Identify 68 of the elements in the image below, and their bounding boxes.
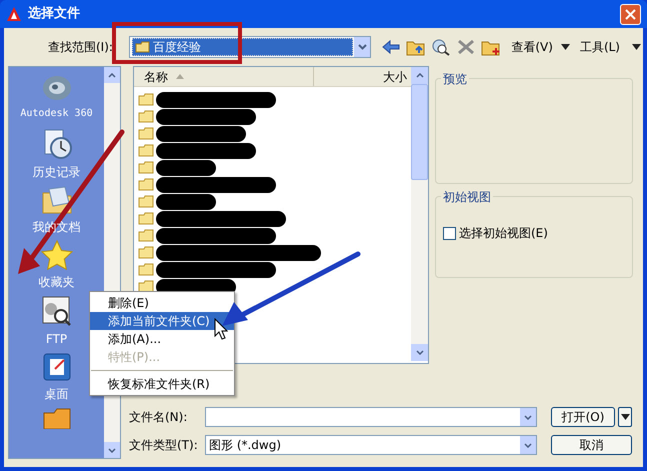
sort-up-icon — [176, 74, 184, 79]
caret-icon — [560, 44, 570, 50]
group-title: 预览 — [441, 70, 469, 88]
search-icon[interactable] — [431, 38, 452, 56]
folder-icon — [134, 41, 150, 53]
folder-icon — [138, 195, 154, 208]
group-title: 初始视图 — [441, 188, 493, 206]
place-label: 桌面 — [44, 386, 68, 403]
file-name-label: 文件名(N): — [129, 409, 188, 426]
magnifier-folder-icon — [40, 295, 72, 327]
open-options-button[interactable] — [618, 407, 632, 427]
scroll-thumb[interactable] — [411, 84, 428, 180]
mouse-pointer-icon — [214, 318, 228, 340]
folder-icon — [138, 93, 154, 106]
star-icon — [40, 240, 72, 270]
cancel-button[interactable]: 取消 — [551, 435, 632, 455]
folder-icon — [138, 144, 154, 157]
file-type-dropdown[interactable]: 图形 (*.dwg) — [205, 435, 537, 455]
folder-icon — [138, 263, 154, 276]
place-label: FTP — [46, 331, 68, 348]
chevron-down-icon — [108, 448, 116, 452]
column-header[interactable]: 大小 — [314, 67, 411, 86]
select-initial-view-checkbox[interactable]: 选择初始视图(E) — [443, 224, 548, 242]
desktop-icon — [42, 352, 72, 382]
folder-icon — [138, 110, 154, 123]
back-arrow-icon[interactable] — [381, 38, 402, 56]
dropdown-arrow-button[interactable] — [353, 37, 370, 57]
column-header[interactable]: 名称 — [134, 67, 314, 86]
look-in-label: 查找范围(I): — [48, 39, 114, 56]
chevron-down-icon — [524, 442, 532, 448]
close-icon — [625, 8, 636, 20]
file-name-field[interactable] — [205, 407, 537, 427]
menu-item: 特性(P)... — [107, 349, 162, 366]
folder-icon — [138, 246, 154, 259]
folder-icon — [138, 229, 154, 242]
scroll-up-button[interactable] — [104, 67, 120, 83]
place-label: 收藏夹 — [38, 274, 74, 291]
folder-document-icon — [40, 185, 72, 215]
place-label: Autodesk 360 — [20, 107, 93, 121]
folder-icon — [138, 127, 154, 140]
folder-icon — [138, 161, 154, 174]
place-label: 历史记录 — [32, 164, 80, 181]
app-logo-icon — [6, 6, 22, 22]
menu-item[interactable]: 添加当前文件夹(C) — [90, 312, 234, 330]
chevron-up-icon — [108, 72, 116, 78]
folder-icon — [138, 178, 154, 191]
scroll-down-button[interactable] — [411, 344, 428, 361]
folder-icon — [138, 212, 154, 225]
scroll-down-button[interactable] — [104, 442, 120, 458]
scroll-up-button[interactable] — [411, 67, 428, 84]
location-dropdown[interactable]: 百度经验 — [128, 36, 372, 58]
chevron-up-icon — [416, 73, 424, 78]
chevron-down-icon — [358, 44, 367, 50]
chevron-down-icon — [524, 414, 532, 420]
caret-icon — [632, 44, 641, 50]
chevron-down-icon — [416, 350, 424, 355]
folder-icon — [42, 407, 72, 429]
view-menu[interactable]: 查看(V) — [509, 38, 572, 56]
open-button[interactable]: 打开(O) — [551, 407, 615, 427]
swirl-icon — [40, 73, 72, 103]
location-text: 百度经验 — [152, 39, 201, 56]
folder-icon — [138, 280, 154, 293]
window-title: 选择文件 — [28, 4, 80, 24]
delete-icon[interactable] — [456, 38, 476, 56]
file-type-label: 文件类型(T): — [129, 437, 199, 454]
close-button[interactable] — [620, 4, 641, 24]
caret-icon — [620, 414, 630, 420]
tools-menu[interactable]: 工具(L) — [578, 38, 643, 56]
